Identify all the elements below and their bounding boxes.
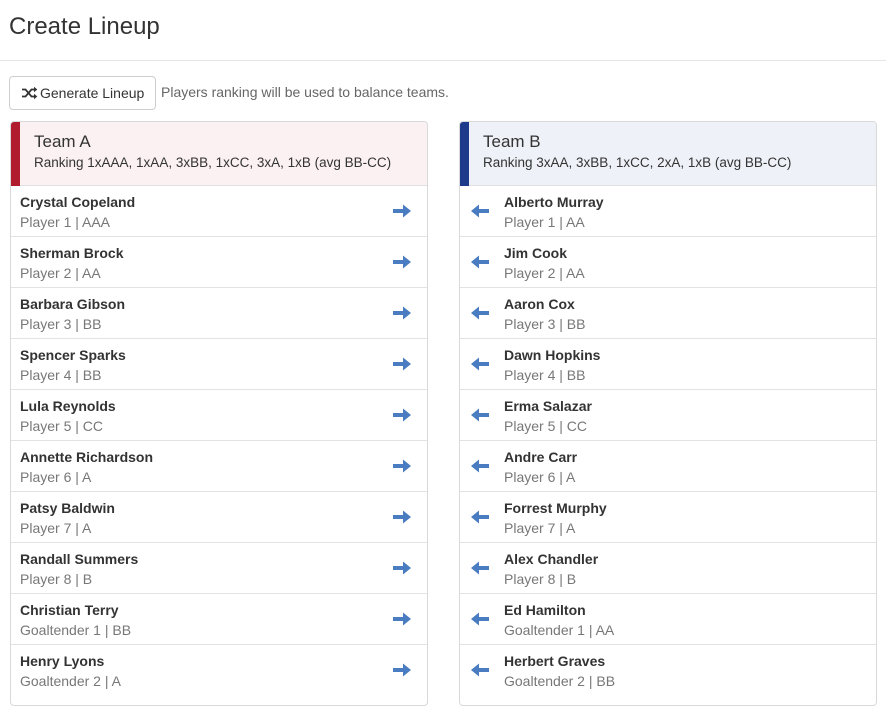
team-a-ranking: Ranking 1xAAA, 1xAA, 3xBB, 1xCC, 3xA, 1x… [34, 155, 392, 170]
arrow-left-icon[interactable] [470, 254, 490, 270]
arrow-right-icon[interactable] [392, 560, 412, 576]
player-row: Andre Carr Player 6 | A [460, 441, 876, 492]
player-name: Patsy Baldwin [20, 500, 115, 516]
player-row: Alex Chandler Player 8 | B [460, 543, 876, 594]
player-row: Herbert Graves Goaltender 2 | BB [460, 645, 876, 696]
team-b-player-list: Alberto Murray Player 1 | AA Jim Cook Playe… [460, 186, 876, 696]
team-b-accent-bar [460, 122, 469, 186]
player-name: Forrest Murphy [504, 500, 607, 516]
player-row: Alberto Murray Player 1 | AA [460, 186, 876, 237]
player-row: Dawn Hopkins Player 4 | BB [460, 339, 876, 390]
player-position-rank: Player 1 | AA [504, 214, 585, 230]
player-position-rank: Player 5 | CC [20, 418, 103, 434]
player-name: Aaron Cox [504, 296, 575, 312]
player-row: Patsy Baldwin Player 7 | A [11, 492, 427, 543]
player-position-rank: Goaltender 2 | A [20, 673, 121, 689]
player-row: Spencer Sparks Player 4 | BB [11, 339, 427, 390]
generate-lineup-button[interactable]: Generate Lineup [9, 76, 156, 110]
player-row: Barbara Gibson Player 3 | BB [11, 288, 427, 339]
arrow-left-icon[interactable] [470, 203, 490, 219]
player-position-rank: Player 4 | BB [20, 367, 102, 383]
player-row: Ed Hamilton Goaltender 1 | AA [460, 594, 876, 645]
arrow-right-icon[interactable] [392, 509, 412, 525]
player-position-rank: Goaltender 2 | BB [504, 673, 616, 689]
player-position-rank: Player 8 | B [504, 571, 577, 587]
player-row: Jim Cook Player 2 | AA [460, 237, 876, 288]
player-position-rank: Goaltender 1 | BB [20, 622, 132, 638]
player-name: Jim Cook [504, 245, 568, 261]
arrow-left-icon[interactable] [470, 356, 490, 372]
team-b-name: Team B [483, 132, 541, 151]
player-name: Dawn Hopkins [504, 347, 601, 363]
team-b-header: Team B Ranking 3xAA, 3xBB, 1xCC, 2xA, 1x… [460, 122, 876, 186]
player-row: Forrest Murphy Player 7 | A [460, 492, 876, 543]
player-row: Lula Reynolds Player 5 | CC [11, 390, 427, 441]
player-row: Henry Lyons Goaltender 2 | A [11, 645, 427, 696]
player-row: Erma Salazar Player 5 | CC [460, 390, 876, 441]
player-name: Annette Richardson [20, 449, 154, 465]
balance-hint: Players ranking will be used to balance … [161, 84, 449, 100]
player-row: Christian Terry Goaltender 1 | BB [11, 594, 427, 645]
arrow-right-icon[interactable] [392, 662, 412, 678]
arrow-left-icon[interactable] [470, 509, 490, 525]
player-position-rank: Player 7 | A [504, 520, 576, 536]
team-b-ranking: Ranking 3xAA, 3xBB, 1xCC, 2xA, 1xB (avg … [483, 155, 792, 170]
player-position-rank: Player 4 | BB [504, 367, 586, 383]
player-name: Spencer Sparks [20, 347, 126, 363]
player-name: Alberto Murray [504, 194, 604, 210]
player-row: Aaron Cox Player 3 | BB [460, 288, 876, 339]
team-a-accent-bar [11, 122, 20, 186]
player-name: Sherman Brock [20, 245, 124, 261]
player-position-rank: Player 3 | BB [20, 316, 102, 332]
player-name: Alex Chandler [504, 551, 599, 567]
player-name: Herbert Graves [504, 653, 606, 669]
page-title: Create Lineup [9, 13, 160, 40]
player-position-rank: Player 2 | AA [20, 265, 101, 281]
player-name: Randall Summers [20, 551, 139, 567]
player-name: Andre Carr [504, 449, 578, 465]
player-position-rank: Player 7 | A [20, 520, 92, 536]
player-name: Ed Hamilton [504, 602, 586, 618]
team-a-panel: Team A Ranking 1xAAA, 1xAA, 3xBB, 1xCC, … [10, 121, 428, 706]
player-name: Erma Salazar [504, 398, 592, 414]
player-name: Crystal Copeland [20, 194, 136, 210]
arrow-right-icon[interactable] [392, 203, 412, 219]
player-name: Henry Lyons [20, 653, 105, 669]
team-b-panel: Team B Ranking 3xAA, 3xBB, 1xCC, 2xA, 1x… [459, 121, 877, 706]
arrow-right-icon[interactable] [392, 458, 412, 474]
player-position-rank: Player 3 | BB [504, 316, 586, 332]
player-name: Barbara Gibson [20, 296, 126, 312]
arrow-right-icon[interactable] [392, 407, 412, 423]
player-row: Annette Richardson Player 6 | A [11, 441, 427, 492]
player-row: Randall Summers Player 8 | B [11, 543, 427, 594]
arrow-left-icon[interactable] [470, 305, 490, 321]
generate-lineup-label: Generate Lineup [40, 85, 145, 101]
player-position-rank: Player 6 | A [20, 469, 92, 485]
team-a-header: Team A Ranking 1xAAA, 1xAA, 3xBB, 1xCC, … [11, 122, 427, 186]
player-position-rank: Player 8 | B [20, 571, 93, 587]
player-row: Sherman Brock Player 2 | AA [11, 237, 427, 288]
player-position-rank: Goaltender 1 | AA [504, 622, 615, 638]
player-name: Lula Reynolds [20, 398, 116, 414]
player-name: Christian Terry [20, 602, 119, 618]
arrow-left-icon[interactable] [470, 458, 490, 474]
arrow-left-icon[interactable] [470, 662, 490, 678]
arrow-right-icon[interactable] [392, 611, 412, 627]
player-position-rank: Player 5 | CC [504, 418, 587, 434]
arrow-left-icon[interactable] [470, 611, 490, 627]
title-divider [0, 60, 886, 61]
arrow-left-icon[interactable] [470, 560, 490, 576]
shuffle-icon [22, 86, 38, 100]
player-row: Crystal Copeland Player 1 | AAA [11, 186, 427, 237]
arrow-right-icon[interactable] [392, 254, 412, 270]
arrow-left-icon[interactable] [470, 407, 490, 423]
team-a-player-list: Crystal Copeland Player 1 | AAA Sherman Br… [11, 186, 427, 696]
player-position-rank: Player 1 | AAA [20, 214, 111, 230]
player-position-rank: Player 2 | AA [504, 265, 585, 281]
team-a-name: Team A [34, 132, 91, 151]
player-position-rank: Player 6 | A [504, 469, 576, 485]
arrow-right-icon[interactable] [392, 356, 412, 372]
arrow-right-icon[interactable] [392, 305, 412, 321]
